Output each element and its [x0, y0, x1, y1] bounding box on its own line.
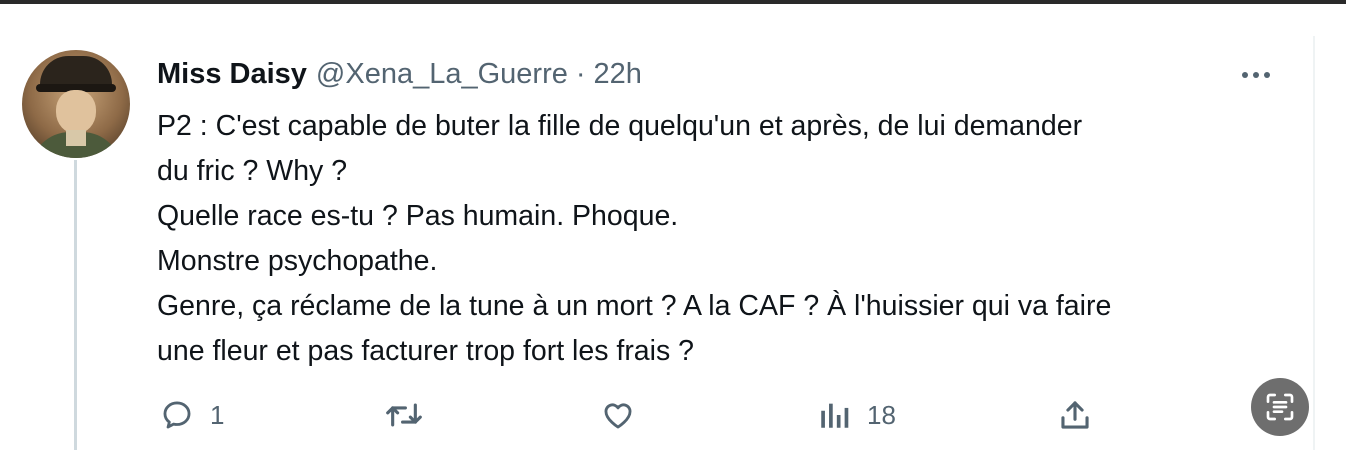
timestamp[interactable]: 22h — [594, 58, 642, 91]
heart-icon — [604, 403, 632, 429]
tweet-line: du fric ? Why ? — [157, 155, 348, 187]
tweet-text: P2 : C'est capable de buter la fille de … — [157, 104, 1297, 374]
tweet-line: Monstre psychopathe. — [157, 245, 438, 277]
share-button[interactable] — [1058, 390, 1092, 440]
avatar[interactable] — [22, 50, 130, 158]
share-icon — [1061, 401, 1089, 429]
retweet-button[interactable] — [384, 390, 424, 440]
tweet-line: Genre, ça réclame de la tune à un mort ?… — [157, 290, 1112, 322]
retweet-icon — [386, 403, 422, 427]
reply-button[interactable]: 1 — [160, 390, 224, 440]
views-count: 18 — [867, 399, 896, 430]
column-divider — [1313, 36, 1315, 450]
views-button[interactable]: 18 — [817, 390, 896, 440]
tweet-line: une fleur et pas facturer trop fort les … — [157, 335, 695, 367]
text-recognition-button[interactable] — [1251, 378, 1309, 436]
author-name[interactable]: Miss Daisy — [157, 58, 307, 91]
separator: · — [575, 58, 586, 90]
more-horizontal-icon — [1242, 72, 1248, 78]
tweet-line: Quelle race es-tu ? Pas humain. Phoque. — [157, 200, 679, 232]
tweet-line: P2 : C'est capable de buter la fille de … — [157, 110, 1083, 142]
reply-count: 1 — [210, 399, 225, 430]
top-border — [0, 0, 1346, 4]
more-options-button[interactable] — [1234, 60, 1278, 90]
bar-chart-icon — [821, 403, 849, 428]
text-recognition-icon — [1266, 393, 1294, 421]
author-handle[interactable]: @Xena_La_Guerre — [316, 58, 568, 91]
tweet-actions: 1 18 — [0, 390, 1346, 440]
reply-icon — [163, 401, 191, 429]
tweet-header: Miss Daisy @Xena_La_Guerre · 22h — [157, 58, 642, 92]
like-button[interactable] — [600, 390, 636, 440]
